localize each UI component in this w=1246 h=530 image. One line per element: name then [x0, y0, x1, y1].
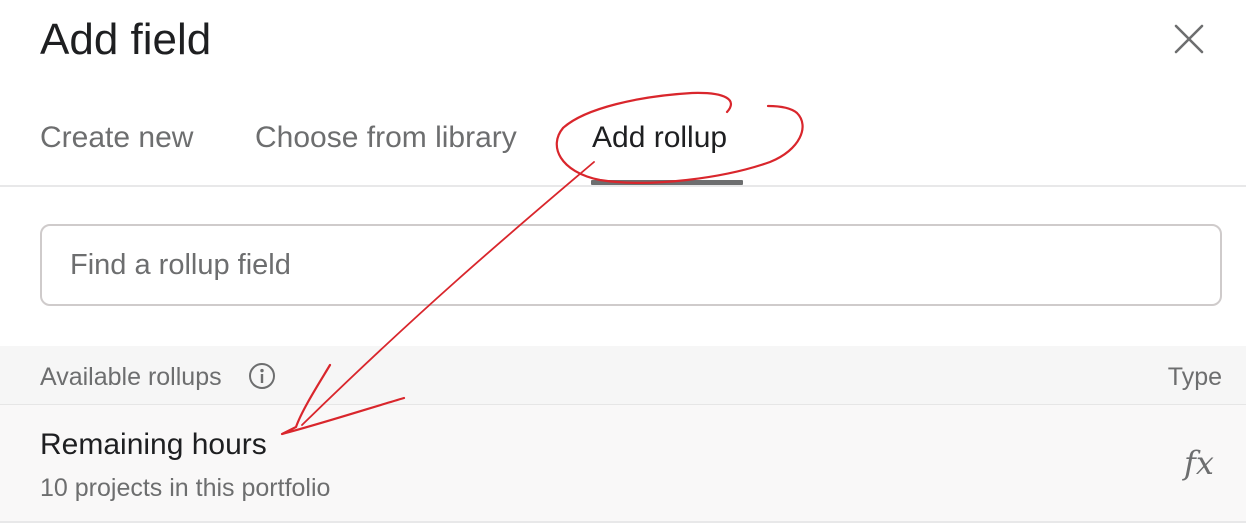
rollup-description: 10 projects in this portfolio [40, 474, 331, 502]
rollup-name: Remaining hours [40, 428, 267, 461]
tab-add-rollup[interactable]: Add rollup [592, 118, 727, 158]
tab-bar: Create new Choose from library Add rollu… [0, 96, 1246, 187]
close-button[interactable] [1166, 16, 1212, 62]
info-icon[interactable] [248, 362, 276, 390]
close-icon [1174, 24, 1204, 54]
fx-icon: fx [1184, 444, 1214, 482]
search-field [40, 224, 1222, 306]
tab-choose-from-library[interactable]: Choose from library [255, 118, 517, 158]
dialog-title: Add field [40, 15, 212, 64]
tab-create-new[interactable]: Create new [40, 118, 193, 158]
available-rollups-label: Available rollups [40, 363, 222, 391]
list-header: Available rollups Type [0, 346, 1246, 405]
add-field-dialog: Add field Create new Choose from library… [0, 0, 1246, 530]
search-input[interactable] [42, 226, 1220, 304]
active-tab-indicator [591, 180, 743, 185]
type-column-label: Type [1167, 363, 1222, 391]
list-item[interactable]: Remaining hours 10 projects in this port… [0, 405, 1246, 523]
